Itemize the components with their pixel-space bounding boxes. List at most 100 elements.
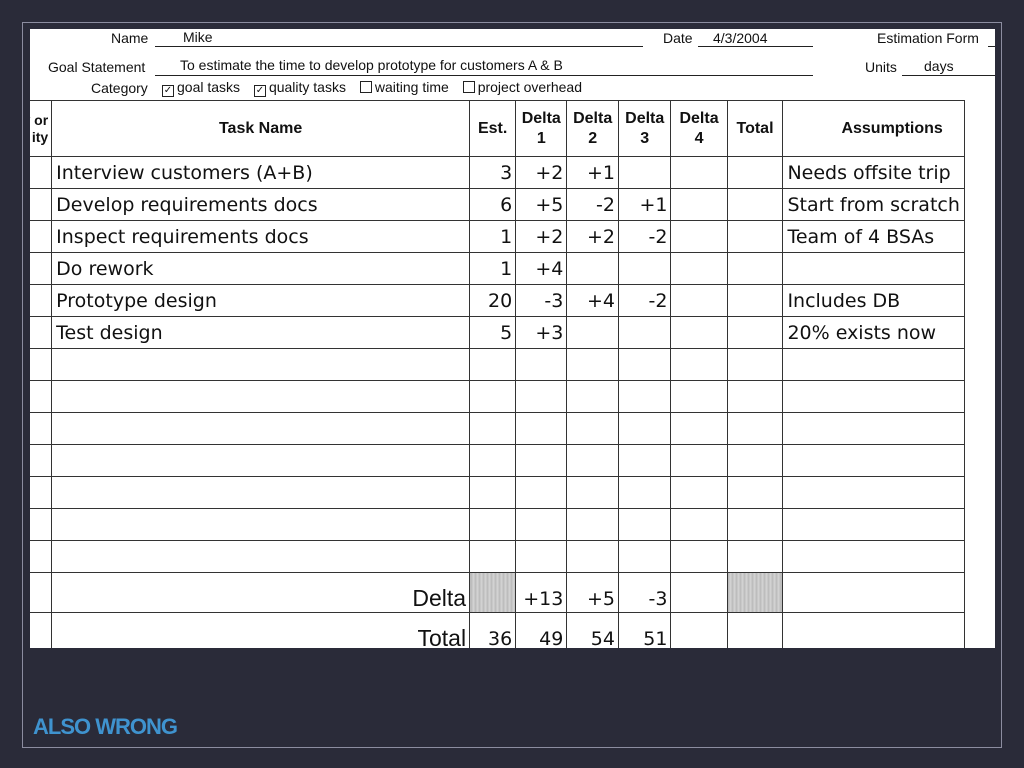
delta2-cell	[566, 412, 619, 445]
assumption-cell: Team of 4 BSAs	[782, 220, 965, 253]
total-cell	[726, 540, 784, 573]
priority-cell	[30, 380, 53, 413]
task-name-cell	[51, 508, 471, 541]
delta2-header: Delta 2	[566, 100, 619, 157]
table-header-row: * ority Task Name Est. Delta1 Delta2 Del…	[30, 100, 965, 157]
delta4-cell	[670, 220, 728, 253]
delta3-cell	[617, 156, 672, 189]
delta1-sum: +13	[515, 572, 568, 613]
delta2-cell: +2	[566, 220, 619, 253]
delta4-cell	[670, 252, 728, 285]
checkbox-empty-icon[interactable]	[359, 81, 372, 93]
est-cell	[469, 476, 517, 509]
task-name-cell: Inspect requirements docs	[51, 220, 471, 253]
checkbox-checked-icon[interactable]: ✓	[162, 85, 174, 97]
delta1-cell	[515, 540, 568, 573]
priority-cell	[30, 476, 53, 509]
assumption-cell: Includes DB	[782, 284, 965, 317]
delta4-cell	[670, 348, 728, 381]
assumption-cell: 20% exists now	[782, 316, 965, 349]
priority-cell	[30, 220, 53, 253]
est-cell	[469, 348, 517, 381]
assumption-cell	[782, 380, 965, 413]
delta1-cell: +2	[515, 220, 568, 253]
table-row	[30, 476, 965, 509]
assumption-cell: Needs offsite trip	[782, 156, 965, 189]
assumption-cell: Start from scratch	[782, 188, 965, 221]
delta2-cell: -2	[566, 188, 619, 221]
table-row	[30, 380, 965, 413]
delta1-cell	[515, 380, 568, 413]
est-cell	[469, 540, 517, 573]
delta4-cell	[670, 188, 728, 221]
total-cell	[726, 444, 784, 477]
delta4-sum	[670, 572, 728, 613]
priority-cell	[30, 444, 53, 477]
category-options: ✓ goal tasks ✓ quality tasks waiting time …	[162, 79, 592, 97]
estimation-table: * ority Task Name Est. Delta1 Delta2 Del…	[30, 100, 965, 648]
name-value: Mike	[183, 29, 213, 45]
total-cell	[726, 348, 784, 381]
delta3-header: Delta 3	[617, 100, 672, 157]
total-cell	[726, 284, 784, 317]
form-title: Estimation Form	[877, 30, 979, 46]
checkbox-checked-icon[interactable]: ✓	[253, 85, 266, 97]
assumption-cell	[782, 412, 965, 445]
delta4-cell	[670, 156, 728, 189]
delta3-cell	[617, 540, 672, 573]
assumption-cell	[782, 444, 965, 477]
checkbox-empty-icon[interactable]	[462, 81, 475, 93]
task-name-cell	[51, 476, 471, 509]
category-option-quality[interactable]: ✓ quality tasks	[253, 79, 346, 97]
category-option-goal[interactable]: ✓ goal tasks	[162, 79, 240, 97]
goal-value: To estimate the time to develop prototyp…	[180, 57, 563, 73]
priority-cell	[30, 412, 53, 445]
delta4-cell	[670, 412, 728, 445]
total-label: Total	[51, 612, 471, 648]
goal-underline	[155, 75, 813, 76]
assumption-cell	[782, 612, 965, 648]
delta2-cell	[566, 316, 619, 349]
task-name-cell	[51, 348, 471, 381]
delta2-cell: +4	[566, 284, 619, 317]
category-option-overhead[interactable]: project overhead	[462, 79, 582, 95]
total-header: Total	[726, 100, 784, 157]
units-label: Units	[865, 59, 897, 75]
priority-cell	[30, 252, 53, 285]
priority-column-header: * ority	[30, 100, 53, 157]
delta4-header: Delta 4	[670, 100, 728, 157]
task-name-cell: Do rework	[51, 252, 471, 285]
delta3-sum: -3	[617, 572, 672, 613]
assumptions-header: Assumptions	[782, 100, 965, 157]
est-cell: 5	[469, 316, 517, 349]
delta1-cell	[515, 508, 568, 541]
priority-cell	[30, 188, 53, 221]
table-row	[30, 412, 965, 445]
delta3-cell	[617, 380, 672, 413]
delta1-header: Delta 1	[515, 100, 568, 157]
name-label: Name	[111, 30, 149, 46]
delta3-cell: -2	[617, 220, 672, 253]
est-cell: 6	[469, 188, 517, 221]
assumption-cell	[782, 476, 965, 509]
delta1-total: 49	[515, 612, 568, 648]
delta2-sum: +5	[566, 572, 619, 613]
delta3-cell	[617, 476, 672, 509]
delta4-total	[670, 612, 728, 648]
category-option-waiting[interactable]: waiting time	[359, 79, 449, 95]
total-cell	[726, 316, 784, 349]
total-cell	[726, 412, 784, 445]
delta3-cell	[617, 444, 672, 477]
delta4-cell	[670, 508, 728, 541]
delta4-cell	[670, 380, 728, 413]
delta4-cell	[670, 444, 728, 477]
form-title-underline	[988, 46, 995, 47]
units-value: days	[924, 58, 954, 74]
assumption-cell	[782, 540, 965, 573]
delta2-cell	[566, 540, 619, 573]
est-cell	[469, 508, 517, 541]
task-name-cell	[51, 380, 471, 413]
table-row: Prototype design 20 -3 +4 -2 Includes DB	[30, 284, 965, 317]
date-underline	[698, 46, 813, 47]
table-row: Develop requirements docs 6 +5 -2 +1 Start fr…	[30, 188, 965, 221]
